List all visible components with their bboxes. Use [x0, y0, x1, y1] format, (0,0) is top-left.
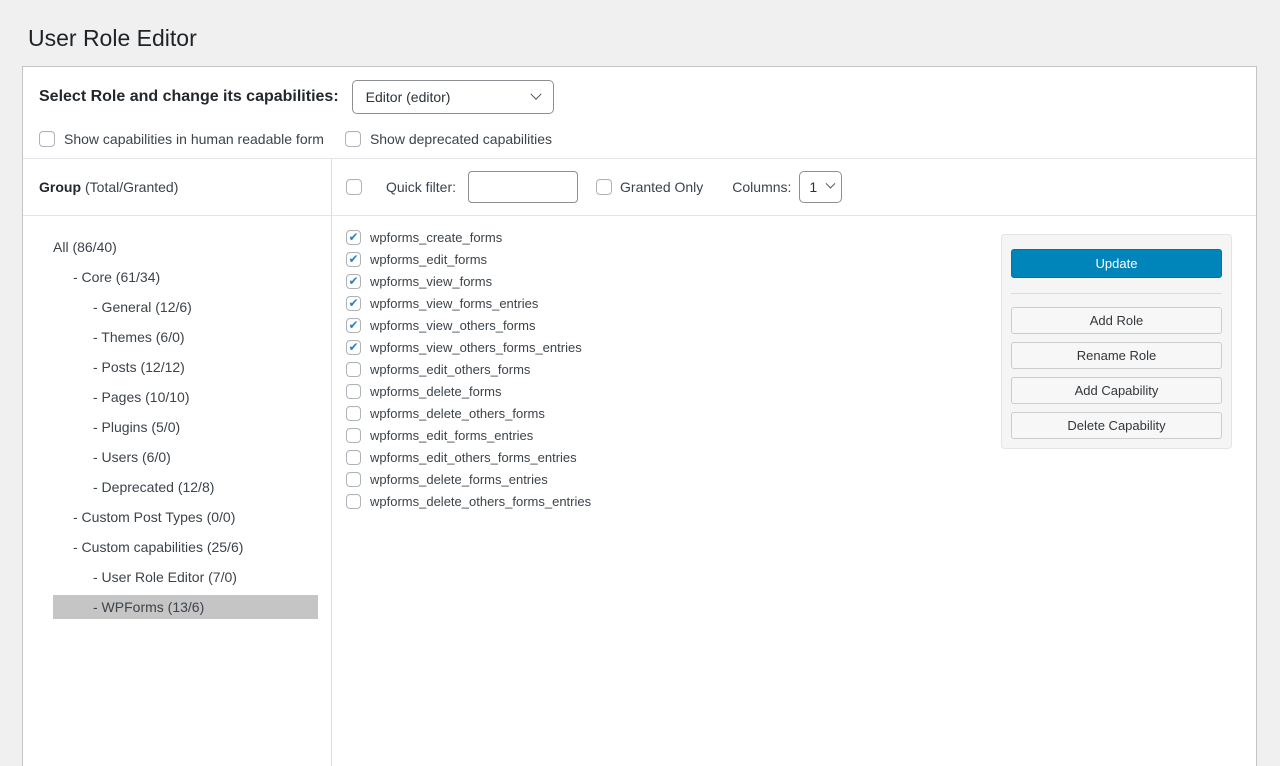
capability-checkbox[interactable]	[346, 384, 361, 399]
capability-checkbox[interactable]	[346, 472, 361, 487]
capability-checkbox[interactable]	[346, 406, 361, 421]
group-tree-item[interactable]: - WPForms (13/6)	[53, 595, 318, 619]
human-readable-checkbox[interactable]	[39, 131, 55, 147]
actions-panel: Update Add Role Rename Role Add Capabili…	[1001, 234, 1232, 449]
columns-label: Columns:	[732, 179, 791, 195]
capability-checkbox[interactable]	[346, 274, 361, 289]
capability-checkbox[interactable]	[346, 252, 361, 267]
select-all-checkbox[interactable]	[346, 179, 362, 195]
capability-name: wpforms_delete_forms	[370, 384, 502, 399]
page-title: User Role Editor	[0, 0, 1280, 66]
chevron-down-icon	[530, 88, 541, 99]
granted-only-checkbox[interactable]	[596, 179, 612, 195]
add-role-button[interactable]: Add Role	[1011, 307, 1222, 334]
show-deprecated-label: Show deprecated capabilities	[370, 131, 552, 147]
capability-checkbox[interactable]	[346, 318, 361, 333]
capability-row: wpforms_delete_others_forms_entries	[346, 494, 1256, 509]
capability-name: wpforms_view_others_forms_entries	[370, 340, 582, 355]
capability-name: wpforms_create_forms	[370, 230, 502, 245]
capability-checkbox[interactable]	[346, 450, 361, 465]
capability-name: wpforms_view_forms_entries	[370, 296, 538, 311]
capability-checkbox[interactable]	[346, 494, 361, 509]
group-tree-item[interactable]: - Core (61/34)	[53, 265, 318, 289]
capability-name: wpforms_view_forms	[370, 274, 492, 289]
capability-name: wpforms_edit_forms_entries	[370, 428, 533, 443]
select-role-label: Select Role and change its capabilities:	[39, 88, 339, 106]
group-tree-item[interactable]: All (86/40)	[53, 235, 318, 259]
human-readable-label: Show capabilities in human readable form	[64, 131, 324, 147]
group-tree-item[interactable]: - Pages (10/10)	[53, 385, 318, 409]
user-role-editor-panel: Select Role and change its capabilities:…	[22, 66, 1257, 766]
group-tree-item[interactable]: - Themes (6/0)	[53, 325, 318, 349]
capability-name: wpforms_view_others_forms	[370, 318, 535, 333]
capability-checkbox[interactable]	[346, 296, 361, 311]
capability-name: wpforms_delete_forms_entries	[370, 472, 548, 487]
rename-role-button[interactable]: Rename Role	[1011, 342, 1222, 369]
capability-name: wpforms_edit_others_forms_entries	[370, 450, 577, 465]
show-deprecated-checkbox[interactable]	[345, 131, 361, 147]
chevron-down-icon	[826, 179, 836, 189]
capability-name: wpforms_delete_others_forms_entries	[370, 494, 591, 509]
group-tree-item[interactable]: - Posts (12/12)	[53, 355, 318, 379]
group-tree-item[interactable]: - General (12/6)	[53, 295, 318, 319]
group-header-note: (Total/Granted)	[85, 179, 178, 195]
capability-checkbox[interactable]	[346, 428, 361, 443]
delete-capability-button[interactable]: Delete Capability	[1011, 412, 1222, 439]
granted-only-label: Granted Only	[620, 179, 703, 195]
group-tree-item[interactable]: - Deprecated (12/8)	[53, 475, 318, 499]
capability-name: wpforms_delete_others_forms	[370, 406, 545, 421]
capability-checkbox[interactable]	[346, 362, 361, 377]
capability-name: wpforms_edit_forms	[370, 252, 487, 267]
main-row: All (86/40) - Core (61/34) - General (12/6…	[23, 215, 1256, 766]
group-header-title: Group	[39, 179, 81, 195]
update-button[interactable]: Update	[1011, 249, 1222, 278]
capability-checkbox[interactable]	[346, 340, 361, 355]
group-tree-item[interactable]: - Custom Post Types (0/0)	[53, 505, 318, 529]
header-row: Group (Total/Granted) Quick filter: Gran…	[23, 158, 1256, 215]
group-column-header: Group (Total/Granted)	[23, 159, 332, 215]
filter-bar: Quick filter: Granted Only Columns: 1	[332, 159, 1256, 215]
group-tree-item[interactable]: - Plugins (5/0)	[53, 415, 318, 439]
quick-filter-label: Quick filter:	[386, 179, 456, 195]
groups-tree: All (86/40) - Core (61/34) - General (12/6…	[23, 216, 332, 766]
group-tree-item[interactable]: - User Role Editor (7/0)	[53, 565, 318, 589]
role-section: Select Role and change its capabilities:…	[23, 67, 1256, 158]
capability-row: wpforms_edit_others_forms_entries	[346, 450, 1256, 465]
capability-checkbox[interactable]	[346, 230, 361, 245]
group-tree-item[interactable]: - Custom capabilities (25/6)	[53, 535, 318, 559]
columns-select[interactable]: 1	[799, 171, 842, 203]
role-select[interactable]: Editor (editor)	[352, 80, 554, 114]
quick-filter-input[interactable]	[468, 171, 578, 203]
add-capability-button[interactable]: Add Capability	[1011, 377, 1222, 404]
role-select-value: Editor (editor)	[366, 89, 451, 105]
capability-name: wpforms_edit_others_forms	[370, 362, 530, 377]
capability-row: wpforms_delete_forms_entries	[346, 472, 1256, 487]
panel-divider	[1011, 293, 1222, 294]
group-tree-item[interactable]: - Users (6/0)	[53, 445, 318, 469]
columns-select-value: 1	[809, 179, 817, 195]
